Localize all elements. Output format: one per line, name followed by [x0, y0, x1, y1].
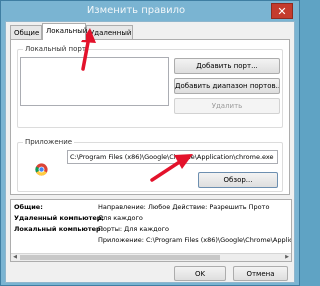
add-port-button[interactable]: Добавить порт...: [174, 58, 280, 74]
tab-remote[interactable]: Удаленный: [86, 25, 133, 39]
local-port-group-label: Локальный порт: [23, 45, 88, 53]
summary-row: Удаленный компьютер: Для каждого: [14, 214, 143, 223]
scrollbar-thumb[interactable]: [20, 255, 220, 260]
browse-button[interactable]: Обзор...: [198, 172, 278, 188]
summary-value: Для каждого: [98, 214, 143, 222]
tab-panel-local: Локальный порт Добавить порт... Добавить…: [10, 39, 290, 195]
scroll-right-icon[interactable]: ▶: [283, 254, 291, 261]
rule-summary-panel: Общие: Направление: Любое Действие: Разре…: [10, 199, 292, 262]
window-title: Изменить правило: [86, 5, 186, 16]
close-button[interactable]: ✕: [271, 3, 293, 19]
tab-general[interactable]: Общие: [10, 25, 42, 39]
application-group-label: Приложение: [23, 138, 75, 146]
summary-horizontal-scrollbar[interactable]: ◀ ▶: [11, 253, 291, 261]
summary-label: Удаленный компьютер:: [14, 214, 105, 222]
summary-value: Порты: Для каждого: [98, 225, 170, 233]
cancel-button[interactable]: Отмена: [233, 266, 288, 281]
close-icon: ✕: [277, 5, 287, 18]
summary-row: Локальный компьютер: Порты: Для каждого: [14, 225, 169, 234]
summary-value: Приложение: C:\Program Files (x86)\Googl…: [98, 236, 292, 244]
dialog-window: Изменить правило ✕ Общие Локальный Удале…: [0, 0, 300, 286]
remove-port-button[interactable]: Удалить: [174, 98, 280, 114]
summary-row: Общие: Направление: Любое Действие: Разре…: [14, 203, 269, 212]
tab-local[interactable]: Локальный: [42, 23, 87, 40]
application-path-field[interactable]: C:\Program Files (x86)\Google\Chrome\App…: [67, 150, 278, 164]
summary-value: Направление: Любое Действие: Разрешить П…: [98, 203, 270, 211]
summary-label: Общие:: [14, 203, 43, 211]
add-port-range-button[interactable]: Добавить диапазон портов...: [174, 78, 280, 94]
ok-button[interactable]: OK: [174, 266, 226, 281]
title-bar[interactable]: Изменить правило ✕: [1, 1, 299, 21]
chrome-icon: [35, 163, 48, 176]
dialog-client: Общие Локальный Удаленный Локальный порт…: [5, 21, 295, 283]
scroll-left-icon[interactable]: ◀: [11, 254, 19, 261]
local-port-list[interactable]: [20, 57, 169, 106]
summary-label: Локальный компьютер:: [14, 225, 104, 233]
